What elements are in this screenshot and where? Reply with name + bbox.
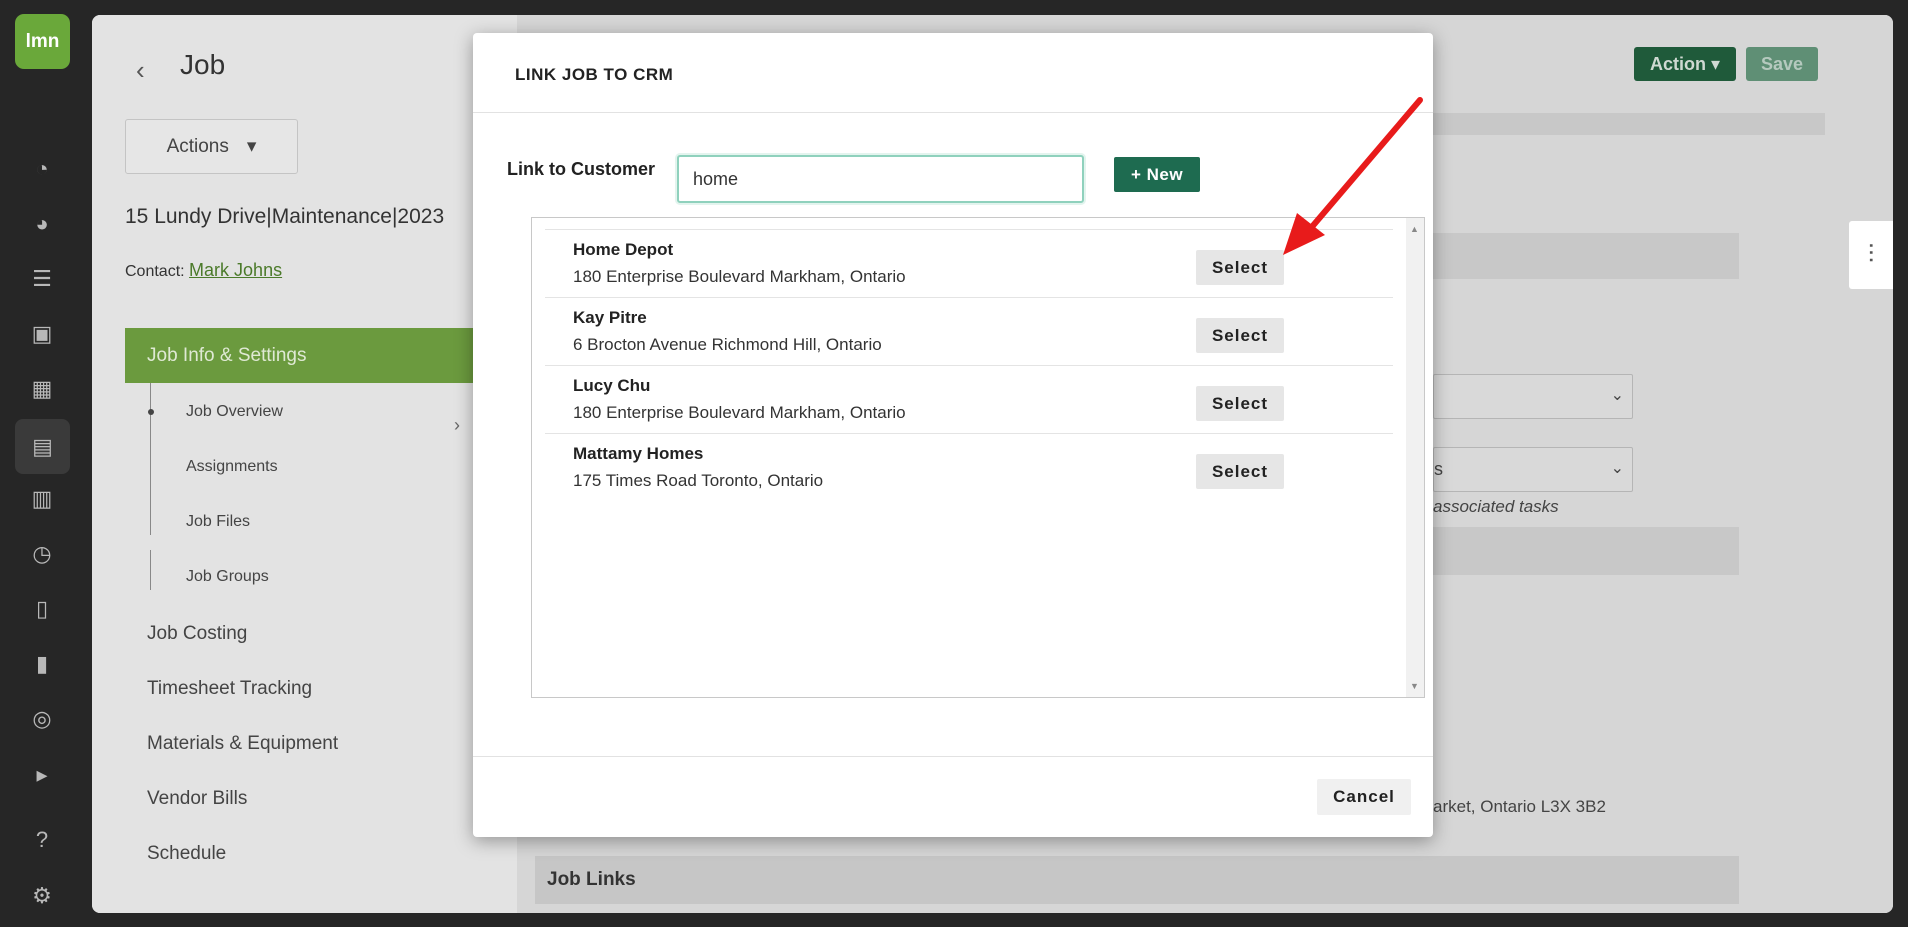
- select-button[interactable]: Select: [1196, 454, 1284, 489]
- job-sidebar: ‹ Job Actions ▾ 15 Lundy Drive|Maintenan…: [92, 15, 517, 913]
- sliders-icon[interactable]: ⫶: [1849, 221, 1893, 289]
- page-title: Job: [180, 49, 226, 80]
- contact-card-icon[interactable]: ▣: [24, 316, 60, 352]
- logo-text: lmn: [25, 30, 60, 52]
- select-button[interactable]: Select: [1196, 250, 1284, 285]
- select-button[interactable]: Select: [1196, 318, 1284, 353]
- sidebar-item-timesheet-tracking[interactable]: Timesheet Tracking: [147, 678, 312, 700]
- clock-icon[interactable]: ◷: [24, 536, 60, 572]
- report-icon[interactable]: ▮: [24, 646, 60, 682]
- chevron-down-icon: ⌄: [1610, 387, 1624, 404]
- sidebar-item-assignments[interactable]: Assignments: [186, 458, 278, 476]
- sidebar-item-job-files[interactable]: Job Files: [186, 513, 250, 531]
- select-button[interactable]: Select: [1196, 386, 1284, 421]
- actions-dropdown-button[interactable]: Actions ▾: [125, 119, 298, 174]
- list-item: Kay Pitre 6 Brocton Avenue Richmond Hill…: [545, 297, 1393, 365]
- pie-chart-icon[interactable]: ◕: [24, 206, 60, 242]
- building-icon[interactable]: ▤: [15, 419, 70, 474]
- customer-name: Mattamy Homes: [573, 444, 704, 463]
- annotation-arrow-icon: [1283, 97, 1423, 255]
- list-icon[interactable]: ☰: [24, 261, 60, 297]
- help-icon[interactable]: ?: [24, 822, 60, 858]
- section-band: [1433, 527, 1739, 575]
- list-item: Mattamy Homes 175 Times Road Toronto, On…: [545, 433, 1393, 501]
- chevron-down-icon: ⌄: [1610, 460, 1624, 477]
- job-links-section: Job Links: [535, 856, 1739, 904]
- modal-footer-divider: [473, 756, 1433, 757]
- sidebar-item-schedule[interactable]: Schedule: [147, 843, 226, 865]
- associated-tasks-text: associated tasks: [1433, 497, 1559, 516]
- contact-label: Contact:: [125, 263, 185, 280]
- list-item: Home Depot 180 Enterprise Boulevard Mark…: [545, 229, 1393, 297]
- play-icon[interactable]: ▸: [24, 757, 60, 793]
- actions-label: Actions: [166, 135, 229, 157]
- contact-line: Contact: Mark Johns: [125, 260, 282, 281]
- header-band: [1433, 113, 1825, 135]
- results-scrollbar[interactable]: ▲ ▼: [1406, 218, 1424, 697]
- quickbooks-icon[interactable]: ◎: [24, 701, 60, 737]
- invoice-icon[interactable]: ▯: [24, 591, 60, 627]
- back-chevron-icon[interactable]: ‹: [136, 55, 145, 86]
- scroll-down-icon[interactable]: ▼: [1410, 681, 1419, 691]
- modal-title: LINK JOB TO CRM: [515, 65, 674, 84]
- sub-nav-line: [150, 550, 151, 590]
- address-fragment: arket, Ontario L3X 3B2: [1433, 797, 1606, 816]
- contact-link[interactable]: Mark Johns: [189, 260, 282, 280]
- sub-nav-dot: [148, 409, 154, 415]
- action-dropdown-button[interactable]: Action ▾: [1634, 47, 1736, 81]
- settings-icon[interactable]: ⚙: [24, 878, 60, 914]
- lmn-logo[interactable]: lmn: [15, 14, 70, 69]
- customer-search-input[interactable]: [677, 155, 1084, 203]
- sidebar-item-job-costing[interactable]: Job Costing: [147, 623, 247, 645]
- list-item: Lucy Chu 180 Enterprise Boulevard Markha…: [545, 365, 1393, 433]
- nav-job-info-settings[interactable]: Job Info & Settings ⌄: [125, 328, 517, 383]
- customer-address: 180 Enterprise Boulevard Markham, Ontari…: [573, 267, 906, 286]
- save-button[interactable]: Save: [1746, 47, 1818, 81]
- sidebar-item-materials-equipment[interactable]: Materials & Equipment: [147, 733, 338, 755]
- customer-address: 180 Enterprise Boulevard Markham, Ontari…: [573, 403, 906, 422]
- calendar-icon[interactable]: ▥: [24, 481, 60, 517]
- chevron-right-icon: ›: [454, 415, 460, 435]
- left-rail: lmn ◔ ◕ ☰ ▣ ▦ ▤ ▥ ◷ ▯ ▮ ◎ ▸ ? ⚙: [0, 0, 84, 927]
- select-value: s: [1434, 459, 1443, 479]
- sidebar-item-job-groups[interactable]: Job Groups: [186, 568, 269, 586]
- customer-address: 175 Times Road Toronto, Ontario: [573, 471, 824, 490]
- sidebar-item-vendor-bills[interactable]: Vendor Bills: [147, 788, 247, 810]
- nav-active-label: Job Info & Settings: [147, 344, 307, 366]
- sidebar-item-job-overview[interactable]: Job Overview: [186, 403, 283, 421]
- results-list[interactable]: Home Depot 180 Enterprise Boulevard Mark…: [531, 217, 1425, 698]
- section-band: [1433, 233, 1739, 279]
- customer-name: Kay Pitre: [573, 308, 647, 327]
- caret-down-icon: ▾: [246, 136, 257, 157]
- calculator-icon[interactable]: ▦: [24, 371, 60, 407]
- customer-name: Lucy Chu: [573, 376, 651, 395]
- sub-nav-line: [150, 439, 151, 479]
- action-label: Action: [1649, 53, 1706, 74]
- background-select[interactable]: ⌄: [1433, 374, 1633, 419]
- link-to-customer-label: Link to Customer: [507, 159, 656, 179]
- job-name: 15 Lundy Drive|Maintenance|2023: [125, 205, 445, 228]
- background-select[interactable]: s ⌄: [1433, 447, 1633, 492]
- job-links-label: Job Links: [547, 869, 636, 890]
- customer-address: 6 Brocton Avenue Richmond Hill, Ontario: [573, 335, 882, 354]
- new-customer-button[interactable]: + New: [1114, 157, 1200, 192]
- customer-name: Home Depot: [573, 240, 674, 259]
- dashboard-icon[interactable]: ◔: [24, 151, 60, 187]
- cancel-button[interactable]: Cancel: [1317, 779, 1411, 815]
- sub-nav-line: [150, 495, 151, 535]
